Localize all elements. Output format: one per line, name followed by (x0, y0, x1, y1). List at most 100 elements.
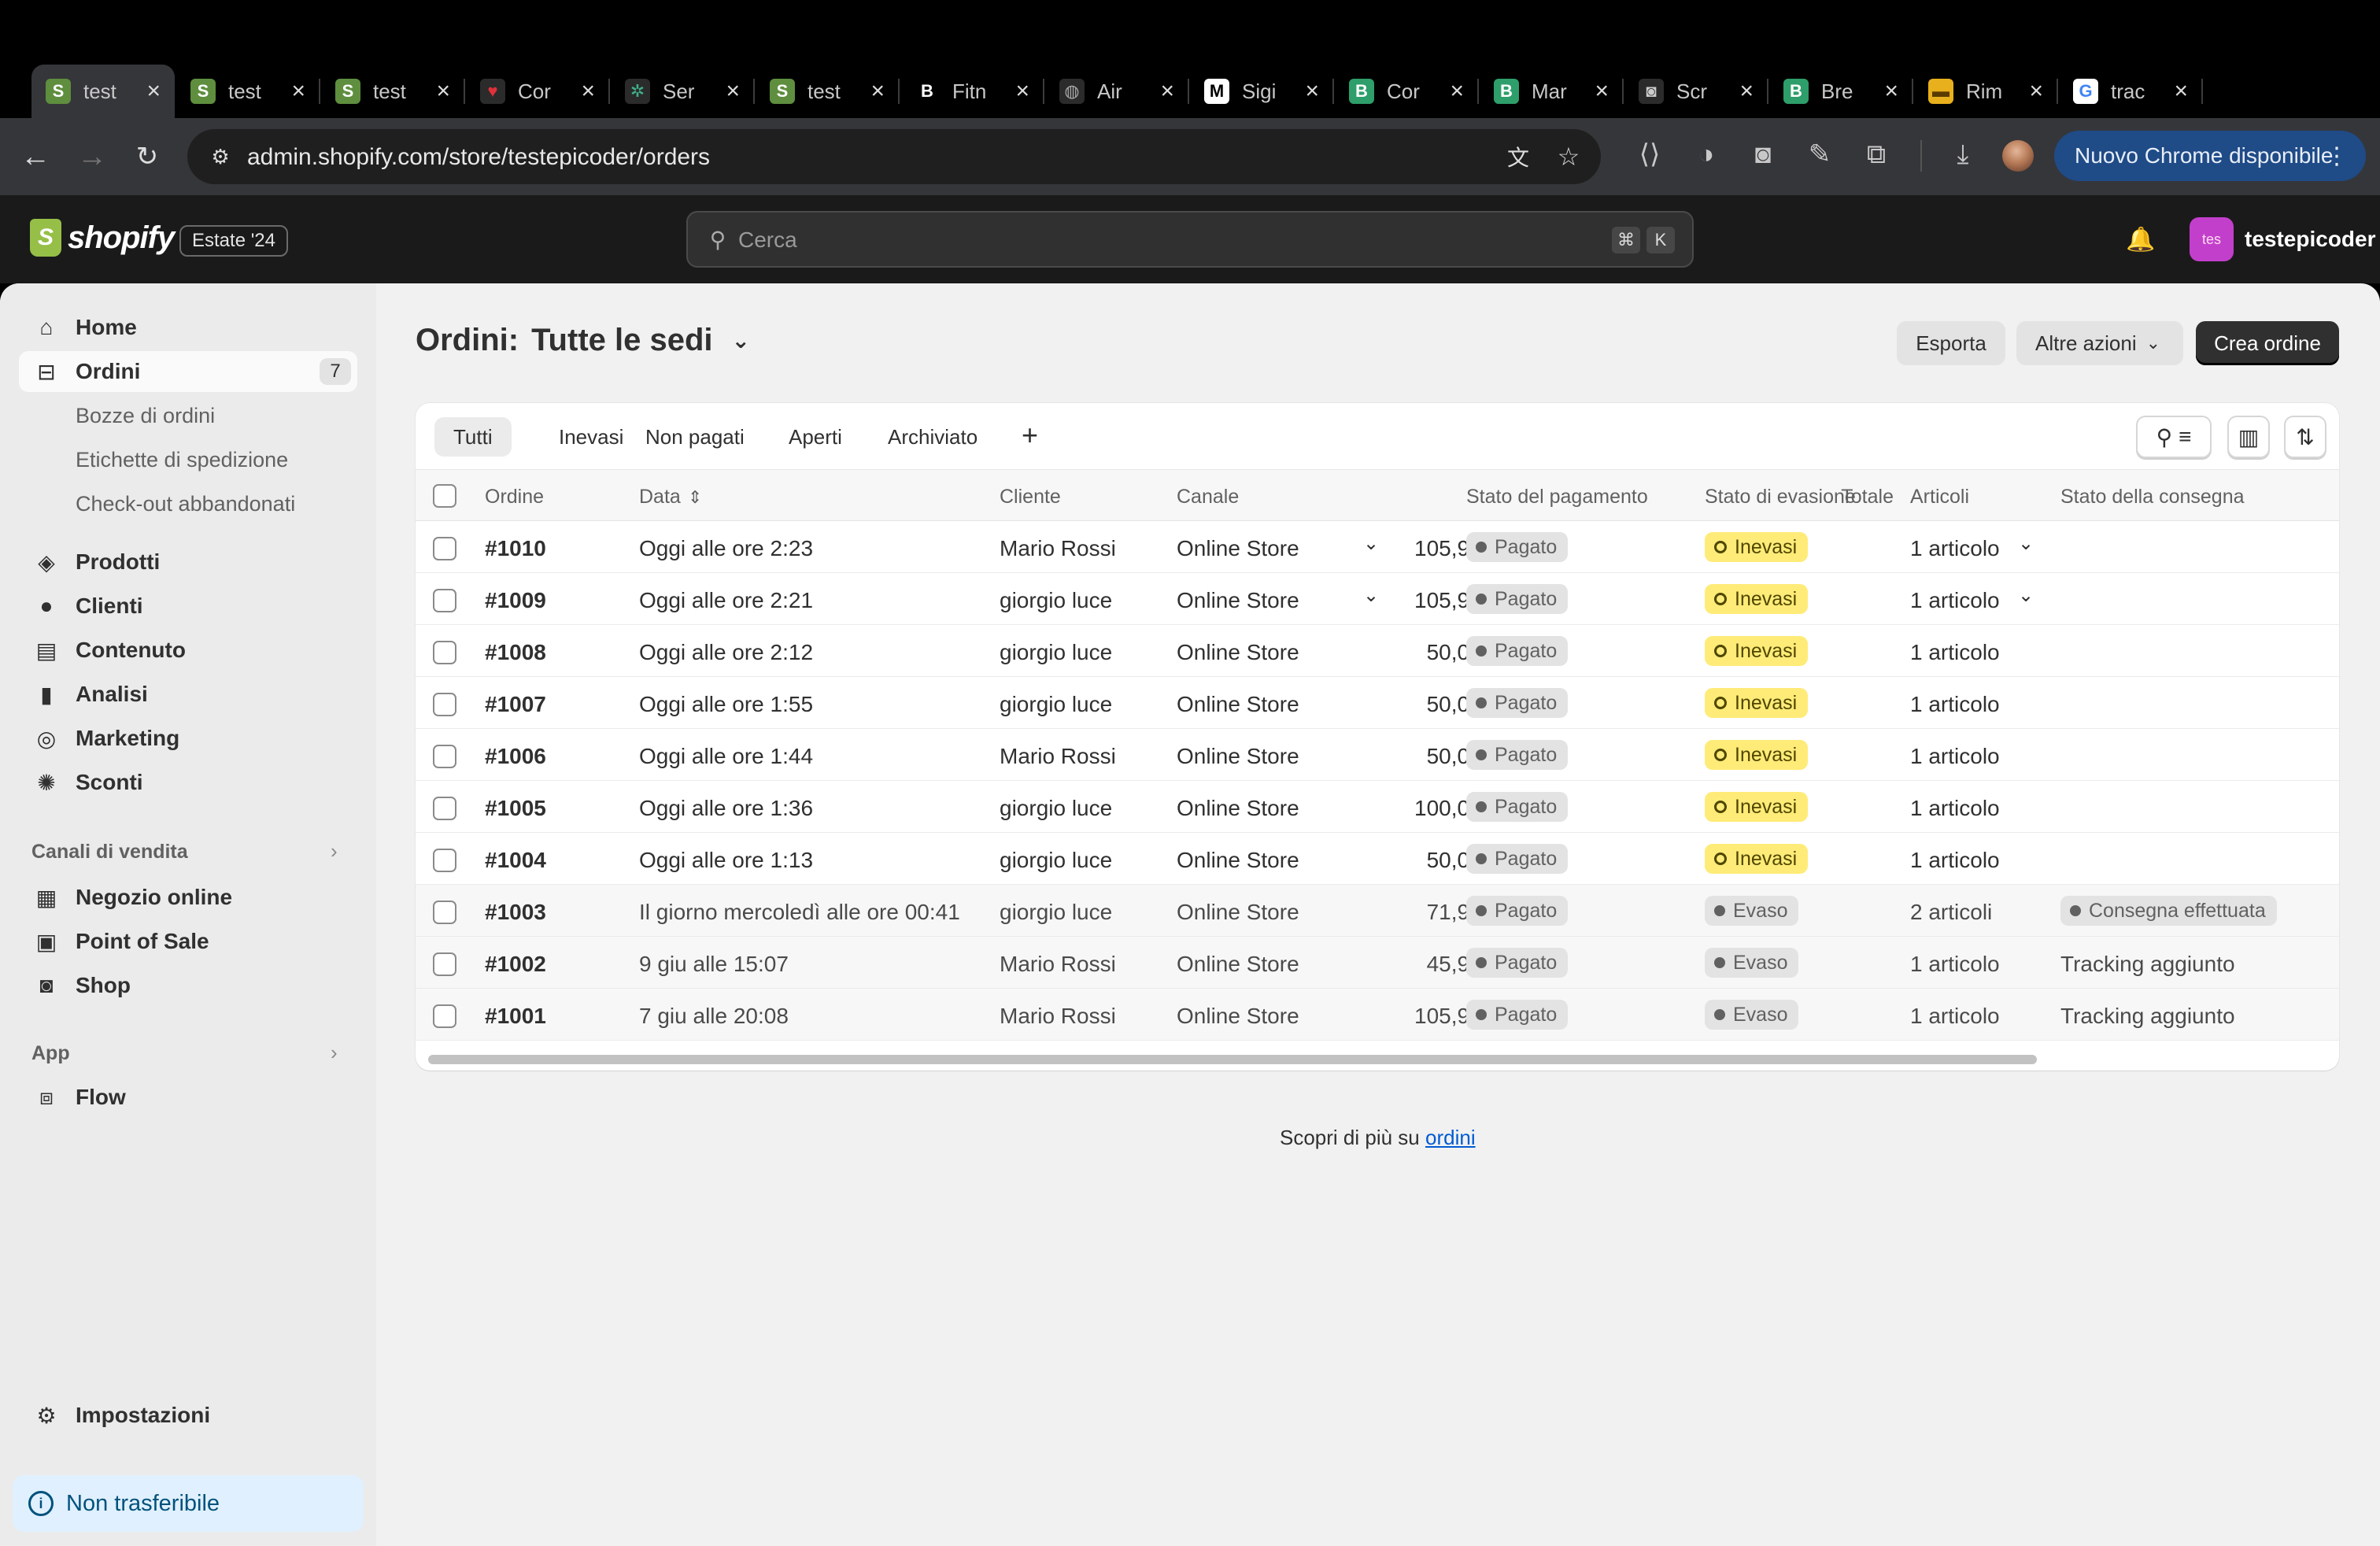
translate-icon[interactable]: 文 (1503, 142, 1533, 172)
item-count[interactable]: 1 articolo (1910, 848, 2000, 873)
customer-name[interactable]: Mario Rossi (1000, 1004, 1116, 1029)
chevron-down-icon[interactable]: ⌄ (732, 327, 750, 353)
close-tab-icon[interactable]: × (581, 80, 595, 103)
browser-tab[interactable]: Stest × (176, 65, 320, 118)
sidebar-item-flow[interactable]: ⧈ Flow (19, 1077, 357, 1118)
order-number[interactable]: #1007 (485, 692, 546, 717)
column-header-channel[interactable]: Canale (1177, 486, 1239, 509)
notification-bell-icon[interactable]: 🔔 (2123, 222, 2158, 257)
create-order-button[interactable]: Crea ordine (2196, 321, 2339, 365)
table-row[interactable]: #1008 Oggi alle ore 2:12 giorgio luce Onlin… (416, 625, 2339, 677)
order-number[interactable]: #1003 (485, 900, 546, 925)
browser-tab[interactable]: B Bre × (1769, 65, 1913, 118)
item-count[interactable]: 1 articolo (1910, 588, 2000, 613)
store-name[interactable]: testepicoder (2245, 227, 2376, 252)
close-tab-icon[interactable]: × (1160, 80, 1174, 103)
close-tab-icon[interactable]: × (870, 80, 885, 103)
table-row[interactable]: #1003 Il giorno mercoledì alle ore 00:41 g… (416, 885, 2339, 937)
column-header-customer[interactable]: Cliente (1000, 486, 1061, 509)
extensions-puzzle-icon[interactable]: ⧉ (1859, 137, 1894, 172)
browser-tab[interactable]: B Fitn × (900, 65, 1044, 118)
order-number[interactable]: #1004 (485, 848, 546, 873)
row-checkbox[interactable] (433, 952, 456, 976)
sidebar-item-online-store[interactable]: ▦ Negozio online (19, 877, 357, 918)
tab-archived[interactable]: Archiviato (869, 417, 996, 457)
column-header-order[interactable]: Ordine (485, 486, 544, 509)
extension-circle-icon[interactable]: ◑ (1689, 137, 1724, 172)
address-bar[interactable]: ⚙ admin.shopify.com/store/testepicoder/o… (187, 129, 1601, 184)
table-row[interactable]: #1002 9 giu alle 15:07 Mario Rossi Online S… (416, 937, 2339, 989)
sales-channels-heading[interactable]: Canali di vendita (31, 841, 188, 864)
chevron-down-icon[interactable]: ⌄ (2018, 584, 2034, 607)
table-row[interactable]: #1001 7 giu alle 20:08 Mario Rossi Online S… (416, 989, 2339, 1041)
columns-button[interactable]: ▥ (2227, 416, 2270, 458)
item-count[interactable]: 1 articolo (1910, 692, 2000, 717)
add-view-icon[interactable]: + (1022, 419, 1038, 452)
sort-button[interactable]: ⇅ (2284, 416, 2326, 458)
table-row[interactable]: #1005 Oggi alle ore 1:36 giorgio luce Onlin… (416, 781, 2339, 833)
sidebar-item-customers[interactable]: ● Clienti (19, 586, 357, 627)
select-all-checkbox[interactable] (433, 484, 456, 508)
tab-unpaid[interactable]: Non pagati (626, 417, 763, 457)
customer-name[interactable]: Mario Rossi (1000, 536, 1116, 561)
sort-chevrons-icon[interactable]: ⇕ (688, 487, 702, 508)
non-transferable-banner[interactable]: i Non trasferibile (13, 1475, 364, 1532)
close-tab-icon[interactable]: × (1595, 80, 1609, 103)
chrome-update-button[interactable]: Nuovo Chrome disponibile ⋮ (2054, 131, 2366, 181)
customer-name[interactable]: giorgio luce (1000, 848, 1112, 873)
row-checkbox[interactable] (433, 849, 456, 872)
item-count[interactable]: 1 articolo (1910, 744, 2000, 769)
close-tab-icon[interactable]: × (726, 80, 740, 103)
close-tab-icon[interactable]: × (2174, 80, 2188, 103)
orders-help-link[interactable]: ordini (1425, 1126, 1476, 1149)
sidebar-item-settings[interactable]: ⚙ Impostazioni (19, 1395, 357, 1436)
order-number[interactable]: #1008 (485, 640, 546, 665)
apps-heading[interactable]: App (31, 1042, 70, 1065)
shopify-logo[interactable]: S shopify (30, 219, 175, 257)
browser-tab[interactable]: B Cor × (1335, 65, 1479, 118)
order-number[interactable]: #1001 (485, 1004, 546, 1029)
close-tab-icon[interactable]: × (291, 80, 305, 103)
column-header-delivery-status[interactable]: Stato della consegna (2060, 486, 2245, 509)
sidebar-item-point-of-sale[interactable]: ▣ Point of Sale (19, 921, 357, 962)
customer-name[interactable]: Mario Rossi (1000, 744, 1116, 769)
forward-icon[interactable]: → (72, 137, 112, 176)
search-filter-button[interactable]: ⚲ ≡ (2136, 416, 2212, 458)
row-checkbox[interactable] (433, 1004, 456, 1028)
sidebar-item-content[interactable]: ▤ Contenuto (19, 630, 357, 671)
row-checkbox[interactable] (433, 901, 456, 924)
sidebar-item-shipping-labels[interactable]: Etichette di spedizione (19, 439, 357, 480)
customer-name[interactable]: giorgio luce (1000, 692, 1112, 717)
table-row[interactable]: #1004 Oggi alle ore 1:13 giorgio luce Onlin… (416, 833, 2339, 885)
browser-tab[interactable]: Stest × (756, 65, 900, 118)
tab-open[interactable]: Aperti (770, 417, 861, 457)
item-count[interactable]: 1 articolo (1910, 952, 2000, 977)
column-header-date[interactable]: Data (639, 486, 681, 509)
extension-camera-icon[interactable]: ◙ (1746, 137, 1780, 172)
table-row[interactable]: #1006 Oggi alle ore 1:44 Mario Rossi Online… (416, 729, 2339, 781)
back-icon[interactable]: ← (16, 137, 55, 176)
close-tab-icon[interactable]: × (1305, 80, 1319, 103)
sidebar-item-draft-orders[interactable]: Bozze di ordini (19, 395, 357, 436)
row-checkbox[interactable] (433, 537, 456, 560)
customer-name[interactable]: giorgio luce (1000, 588, 1112, 613)
browser-tab[interactable]: ▬ Rim × (1914, 65, 2058, 118)
customer-name[interactable]: Mario Rossi (1000, 952, 1116, 977)
more-actions-button[interactable]: Altre azioni ⌄ (2016, 321, 2183, 365)
order-number[interactable]: #1010 (485, 536, 546, 561)
order-number[interactable]: #1002 (485, 952, 546, 977)
customer-name[interactable]: giorgio luce (1000, 640, 1112, 665)
search-input[interactable]: ⚲ Cerca ⌘ K (686, 211, 1694, 268)
chevron-down-icon[interactable]: ⌄ (2018, 532, 2034, 555)
chevron-down-icon[interactable]: ⌄ (1363, 584, 1379, 607)
browser-tab[interactable]: Gtrac × (2059, 65, 2203, 118)
item-count[interactable]: 1 articolo (1910, 1004, 2000, 1029)
item-count[interactable]: 1 articolo (1910, 536, 2000, 561)
table-row[interactable]: #1009 Oggi alle ore 2:21 giorgio luce Onlin… (416, 573, 2339, 625)
tab-all[interactable]: Tutti (434, 417, 512, 457)
customer-name[interactable]: giorgio luce (1000, 796, 1112, 821)
item-count[interactable]: 1 articolo (1910, 640, 2000, 665)
browser-tab[interactable]: M Sigi × (1190, 65, 1334, 118)
browser-tab[interactable]: ◙ Scr × (1624, 65, 1768, 118)
close-tab-icon[interactable]: × (1884, 80, 1898, 103)
